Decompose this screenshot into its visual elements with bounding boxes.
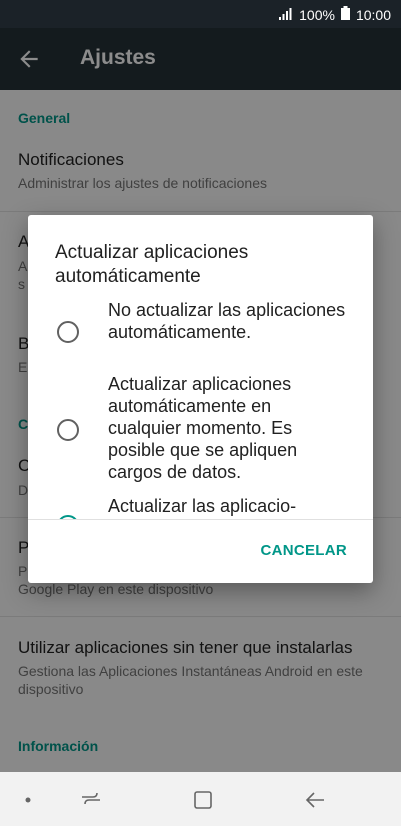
option-no-update[interactable]: No actualizar las aplicaciones automátic… <box>28 299 373 369</box>
option-label: Actualizar aplicaciones automáticamente … <box>108 374 298 482</box>
cancel-button[interactable]: CANCELAR <box>260 542 347 559</box>
dot-icon[interactable] <box>18 788 42 812</box>
battery-icon <box>340 6 350 23</box>
option-any-time[interactable]: Actualizar aplicaciones automáticamente … <box>28 373 373 491</box>
back-nav-icon[interactable] <box>303 788 327 812</box>
status-time: 10:00 <box>355 6 391 23</box>
home-icon[interactable] <box>191 788 215 812</box>
dialog-divider <box>28 519 373 520</box>
signal-icon <box>279 7 293 23</box>
auto-update-dialog: Actualizar aplicaciones automáticamente … <box>28 215 373 583</box>
recent-apps-icon[interactable] <box>79 788 103 812</box>
status-right: 100% 10:00 <box>279 6 391 23</box>
option-wifi-only[interactable]: Actualizar las aplicacio- <box>28 495 373 519</box>
navigation-bar <box>0 772 401 826</box>
radio-unchecked-icon[interactable] <box>57 419 79 441</box>
option-label: No actualizar las aplicaciones automátic… <box>108 300 346 342</box>
status-bar: 100% 10:00 <box>0 0 401 28</box>
battery-percent: 100% <box>299 6 335 23</box>
radio-unchecked-icon[interactable] <box>57 321 79 343</box>
dialog-title: Actualizar aplicaciones automáticamente <box>55 242 249 287</box>
dialog-options: No actualizar las aplicaciones automátic… <box>28 299 373 519</box>
option-label: Actualizar las aplicacio- <box>108 496 297 516</box>
